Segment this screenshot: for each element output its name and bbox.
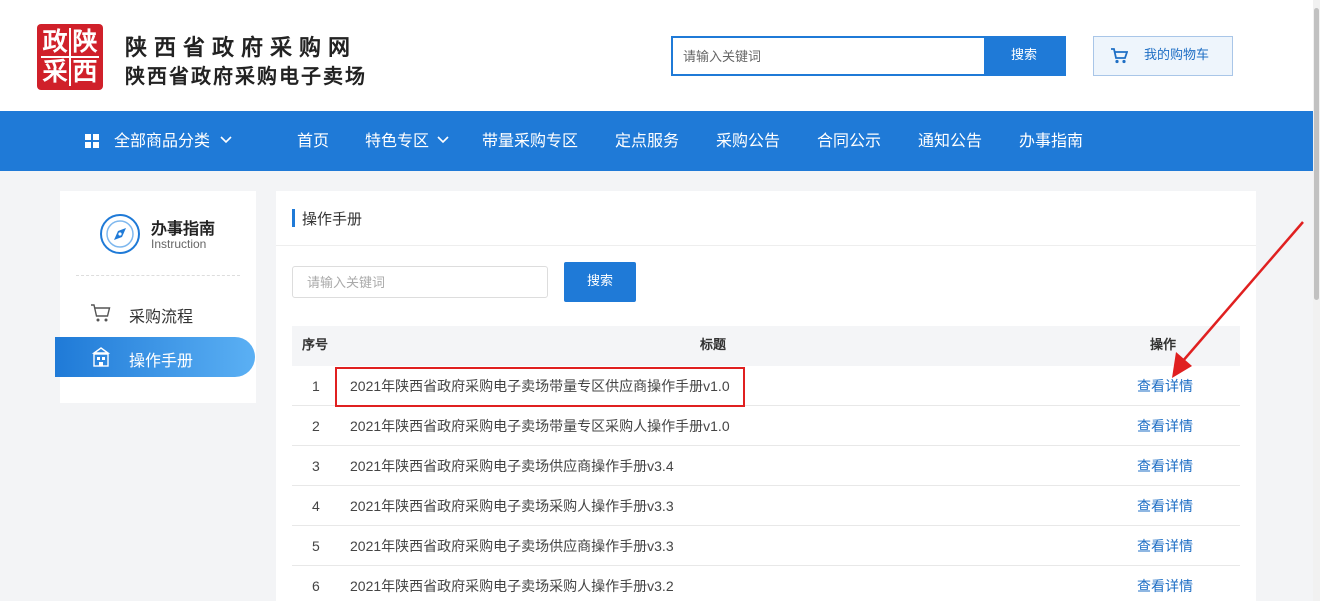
- nav-item-contract-disclosure[interactable]: 合同公示: [817, 111, 881, 171]
- row-index: 4: [312, 498, 320, 514]
- logo-char: 采: [42, 57, 68, 86]
- logo-char: 西: [72, 57, 98, 86]
- chevron-down-icon: [220, 136, 232, 144]
- header-search-input[interactable]: [673, 38, 986, 74]
- view-details-link[interactable]: 查看详情: [1137, 526, 1193, 566]
- main-nav: 全部商品分类 首页 特色专区 带量采购专区 定点服务 采购公告 合同公示 通知公…: [0, 111, 1313, 171]
- nav-all-categories-label: 全部商品分类: [114, 131, 211, 150]
- document-icon: [91, 347, 111, 367]
- table-row: 5 2021年陕西省政府采购电子卖场供应商操作手册v3.3 查看详情: [292, 526, 1240, 566]
- sidebar-item-label: 采购流程: [129, 307, 194, 326]
- row-title[interactable]: 2021年陕西省政府采购电子卖场供应商操作手册v3.4: [350, 446, 674, 486]
- row-title[interactable]: 2021年陕西省政府采购电子卖场采购人操作手册v3.3: [350, 486, 674, 526]
- grid-icon: [85, 134, 99, 148]
- nav-item-designated-service[interactable]: 定点服务: [615, 111, 679, 171]
- column-header-action: 操作: [1150, 338, 1177, 353]
- row-index: 6: [312, 578, 320, 594]
- sidebar-item-operation-manual[interactable]: 操作手册: [55, 337, 255, 377]
- site-header: 政 陕 采 西 陕西省政府采购网 陕西省政府采购电子卖场 搜索 我的购物车: [0, 0, 1320, 111]
- manual-search-input[interactable]: [292, 266, 548, 298]
- row-index: 5: [312, 538, 320, 554]
- view-details-link[interactable]: 查看详情: [1137, 486, 1193, 526]
- column-header-title: 标题: [700, 338, 727, 353]
- site-subtitle: 陕西省政府采购电子卖场: [125, 64, 367, 88]
- panel-title-accent: [292, 209, 295, 227]
- cart-label: 我的购物车: [1144, 48, 1210, 63]
- logo-char: 陕: [72, 27, 98, 56]
- nav-all-categories[interactable]: 全部商品分类: [114, 111, 233, 171]
- header-search: 搜索: [671, 36, 1066, 76]
- table-header: 序号 标题 操作: [292, 326, 1240, 366]
- table-row: 6 2021年陕西省政府采购电子卖场采购人操作手册v3.2 查看详情: [292, 566, 1240, 601]
- nav-item-home[interactable]: 首页: [297, 111, 329, 171]
- table-row: 4 2021年陕西省政府采购电子卖场采购人操作手册v3.3 查看详情: [292, 486, 1240, 526]
- row-index: 2: [312, 418, 320, 434]
- view-details-link[interactable]: 查看详情: [1137, 446, 1193, 486]
- row-index: 1: [312, 378, 320, 394]
- view-details-link[interactable]: 查看详情: [1137, 406, 1193, 446]
- sidebar-title: 办事指南: [151, 219, 216, 238]
- row-title[interactable]: 2021年陕西省政府采购电子卖场采购人操作手册v3.2: [350, 566, 674, 601]
- chevron-down-icon: [437, 136, 449, 144]
- view-details-link[interactable]: 查看详情: [1137, 366, 1193, 406]
- my-cart-button[interactable]: 我的购物车: [1093, 36, 1233, 76]
- nav-item-volume-procurement[interactable]: 带量采购专区: [482, 111, 578, 171]
- sidebar-subtitle: Instruction: [151, 237, 207, 251]
- row-index: 3: [312, 458, 320, 474]
- panel-title: 操作手册: [302, 210, 363, 228]
- logo-char: 政: [42, 27, 68, 56]
- sidebar-divider: [76, 275, 240, 276]
- nav-item-guide[interactable]: 办事指南: [1019, 111, 1083, 171]
- table-row: 3 2021年陕西省政府采购电子卖场供应商操作手册v3.4 查看详情: [292, 446, 1240, 486]
- annotation-highlight-box: [335, 367, 745, 407]
- cart-icon: [1111, 48, 1128, 64]
- cart-icon: [91, 304, 111, 322]
- table-row: 2 2021年陕西省政府采购电子卖场带量专区采购人操作手册v1.0 查看详情: [292, 406, 1240, 446]
- site-title: 陕西省政府采购网: [125, 36, 358, 61]
- header-search-button[interactable]: 搜索: [984, 38, 1064, 74]
- panel-divider: [276, 245, 1256, 246]
- manual-search-button[interactable]: 搜索: [564, 262, 636, 302]
- nav-item-procurement-notice[interactable]: 采购公告: [716, 111, 780, 171]
- column-header-index: 序号: [302, 338, 329, 353]
- page-scrollbar-thumb[interactable]: [1314, 8, 1319, 300]
- view-details-link[interactable]: 查看详情: [1137, 566, 1193, 601]
- sidebar-item-label: 操作手册: [129, 351, 194, 370]
- row-title[interactable]: 2021年陕西省政府采购电子卖场供应商操作手册v3.3: [350, 526, 674, 566]
- nav-item-featured[interactable]: 特色专区: [365, 111, 450, 171]
- site-logo[interactable]: 政 陕 采 西: [37, 24, 103, 90]
- nav-item-notices[interactable]: 通知公告: [918, 111, 982, 171]
- sidebar-item-procurement-process[interactable]: 采购流程: [90, 297, 240, 329]
- row-title[interactable]: 2021年陕西省政府采购电子卖场带量专区采购人操作手册v1.0: [350, 406, 730, 446]
- nav-item-featured-label: 特色专区: [365, 131, 430, 150]
- compass-icon: [100, 214, 140, 254]
